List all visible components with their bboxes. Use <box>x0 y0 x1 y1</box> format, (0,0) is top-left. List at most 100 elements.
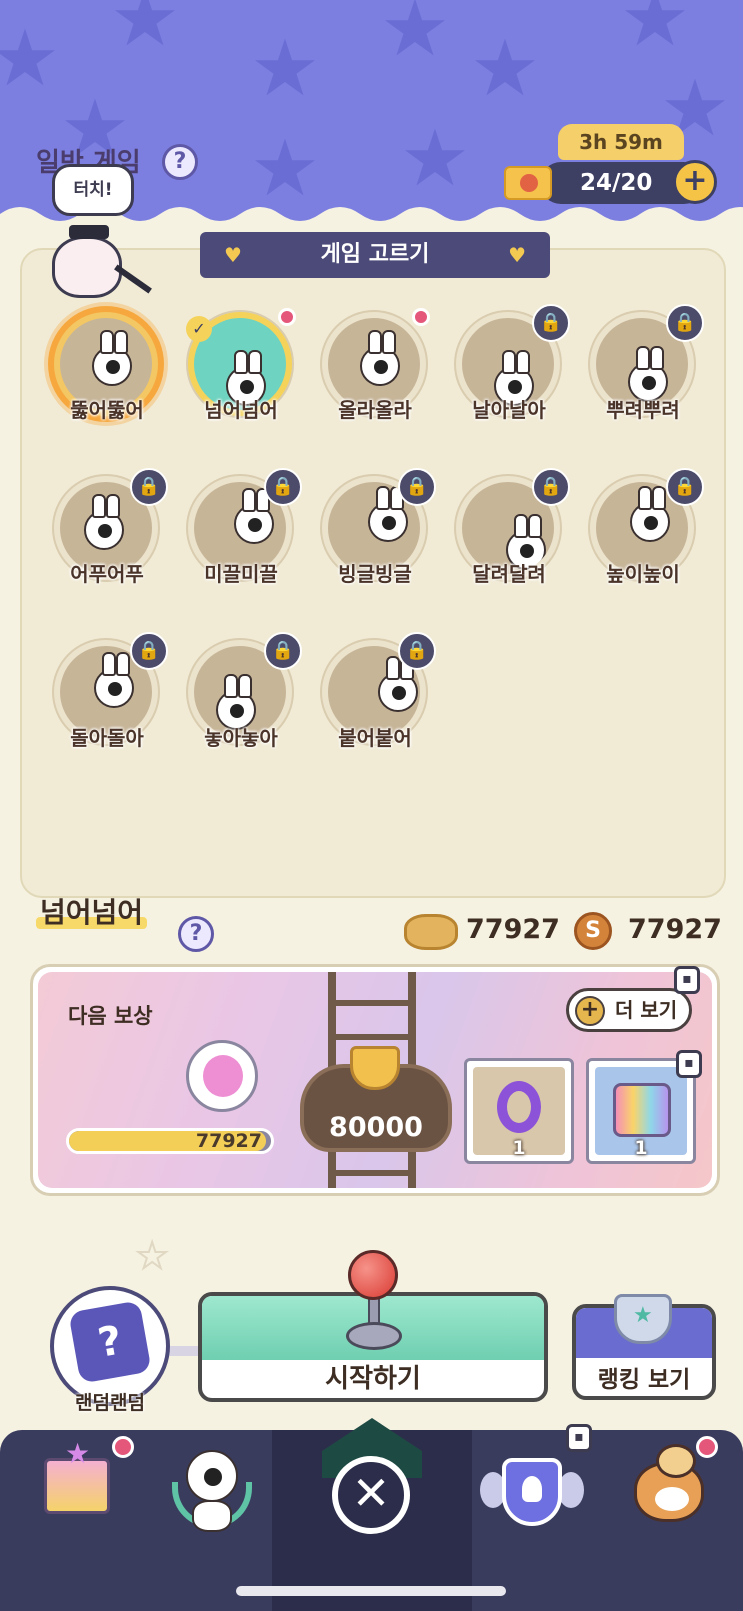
next-reward-label: 다음 보상 <box>68 1004 153 1028</box>
lock-icon: 🔒 <box>666 304 704 342</box>
game-help-icon[interactable]: ? <box>178 916 214 952</box>
plus-icon: + <box>575 996 605 1026</box>
close-icon[interactable]: ✕ <box>332 1456 410 1534</box>
lock-icon: 🔒 <box>130 632 168 670</box>
game-label: 놓아놓아 <box>204 726 278 750</box>
lock-icon: 🔒 <box>398 632 436 670</box>
notification-dot <box>696 1436 718 1458</box>
game-tile-eopu[interactable]: 🔒 어푸어푸 <box>44 468 170 620</box>
necklace-icon <box>497 1081 541 1133</box>
guild-shield-icon <box>502 1458 562 1526</box>
ticket-timer: 3h 59m <box>558 124 684 160</box>
game-label: 돌아돌아 <box>70 726 144 750</box>
game-label: 빙글빙글 <box>338 562 412 586</box>
check-icon: ✓ <box>186 316 212 342</box>
bunny-icon <box>360 330 400 386</box>
selected-game-title: 넘어넘어 <box>35 891 148 931</box>
gift-icon <box>44 1437 110 1514</box>
game-label: 뚫어뚫어 <box>70 398 144 422</box>
game-label: 올라올라 <box>338 398 412 422</box>
more-rewards-button[interactable]: + 더 보기 <box>566 988 692 1032</box>
reward-item-necklace[interactable]: 1 <box>464 1058 574 1164</box>
mode-help-icon[interactable]: ? <box>162 144 198 180</box>
game-select-title-text: 게임 고르기 <box>320 242 430 267</box>
ticket-icon <box>504 166 552 200</box>
game-label: 어푸어푸 <box>70 562 144 586</box>
lock-icon: 🔒 <box>264 468 302 506</box>
joystick-base-icon <box>346 1322 402 1350</box>
goal-score: 80000 <box>329 1112 423 1143</box>
unicorn-avatar-icon <box>186 1040 258 1112</box>
trophy-points-icon <box>404 914 458 950</box>
nav-character[interactable] <box>156 1448 266 1548</box>
connector <box>168 1346 202 1356</box>
game-label: 날아날아 <box>472 398 546 422</box>
game-select-title: ♥ 게임 고르기 ♥ <box>200 232 550 278</box>
home-indicator <box>236 1586 506 1596</box>
lock-icon: 🔒 <box>532 304 570 342</box>
game-label: 높이높이 <box>606 562 680 586</box>
reward-item-count: 1 <box>512 1137 526 1159</box>
reward-item-count: 1 <box>634 1137 648 1159</box>
game-tile-nopi[interactable]: 🔒 높이높이 <box>580 468 706 620</box>
random-label: 랜덤랜덤 <box>75 1392 145 1414</box>
game-label: 넘어넘어 <box>204 398 278 422</box>
bunny-icon <box>368 486 408 542</box>
heart-icon: ♥ <box>508 243 526 267</box>
more-rewards-label: 더 보기 <box>615 998 678 1022</box>
bunny-character-icon <box>186 1450 238 1502</box>
game-tile-nara[interactable]: 🔒 날아날아 <box>446 304 572 456</box>
bunny-icon <box>92 330 132 386</box>
nav-guild[interactable] <box>476 1448 586 1548</box>
game-tile-neomeo[interactable]: ✓ 넘어넘어 <box>178 306 304 456</box>
bunny-icon <box>630 486 670 542</box>
new-badge <box>412 308 430 326</box>
game-tile-ppuryeo[interactable]: 🔒 뿌려뿌려 <box>580 304 706 456</box>
game-tile-ttureo[interactable]: 뚫어뚫어 <box>44 306 170 456</box>
ranking-trophy-icon <box>614 1294 672 1344</box>
lock-icon: 🔒 <box>264 632 302 670</box>
decorative-star-icon: ★ <box>135 1235 169 1278</box>
trophy-points: 77927 <box>466 914 560 945</box>
new-badge <box>278 308 296 326</box>
hamster-icon <box>656 1444 696 1478</box>
season-points: 77927 <box>628 914 722 945</box>
lock-icon: ▪ <box>674 966 700 994</box>
ticket-count-text: 24/20 <box>580 170 653 196</box>
ranking-label: 랭킹 보기 <box>597 1367 691 1393</box>
nav-friends[interactable] <box>610 1444 720 1548</box>
bunny-icon <box>378 656 418 712</box>
game-label: 달려달려 <box>472 562 546 586</box>
notification-dot <box>112 1436 134 1458</box>
game-label: 미끌미끌 <box>204 562 278 586</box>
bunny-body-icon <box>192 1500 232 1532</box>
bunny-icon <box>94 652 134 708</box>
game-tile-dallyeo[interactable]: 🔒 달려달려 <box>446 468 572 620</box>
trophy-icon <box>350 1046 400 1090</box>
season-coin-icon: S <box>574 912 612 950</box>
add-ticket-button[interactable]: + <box>673 160 717 204</box>
start-label: 시작하기 <box>325 1364 421 1394</box>
hamster-mascot-icon[interactable] <box>52 225 122 298</box>
game-label: 뿌려뿌려 <box>606 398 680 422</box>
game-tile-mikkeul[interactable]: 🔒 미끌미끌 <box>178 468 304 620</box>
dice-icon: ? <box>68 1300 152 1384</box>
lock-icon: 🔒 <box>398 468 436 506</box>
game-label: 붙어붙어 <box>338 726 412 750</box>
game-tile-noa[interactable]: 🔒 놓아놓아 <box>178 632 304 784</box>
heart-icon: ♥ <box>224 243 242 267</box>
game-tile-dora[interactable]: 🔒 돌아돌아 <box>44 632 170 784</box>
bunny-icon <box>234 488 274 544</box>
lock-icon: 🔒 <box>130 468 168 506</box>
game-tile-bingeul[interactable]: 🔒 빙글빙글 <box>312 468 438 620</box>
game-tile-buteo[interactable]: 🔒 붙어붙어 <box>312 632 438 784</box>
touch-hint-bubble: 터치! <box>52 164 134 216</box>
reward-progress-value: 77927 <box>195 1130 262 1152</box>
lock-icon: ▪ <box>566 1424 592 1452</box>
nav-shop[interactable] <box>24 1437 134 1548</box>
gift-box-icon <box>613 1083 671 1137</box>
lock-icon: ▪ <box>676 1050 702 1078</box>
lock-icon: 🔒 <box>532 468 570 506</box>
joystick-ball-icon <box>348 1250 398 1300</box>
game-tile-olla[interactable]: 올라올라 <box>312 306 438 456</box>
